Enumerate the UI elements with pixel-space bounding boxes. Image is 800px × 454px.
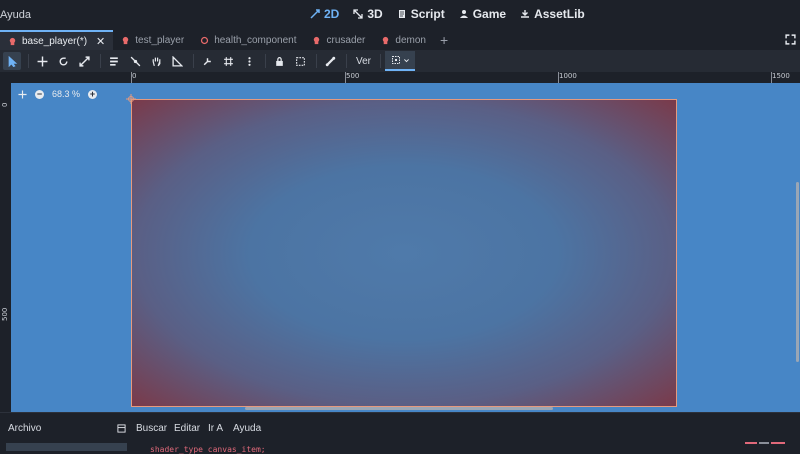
menu-goto[interactable]: Ir A	[208, 423, 223, 434]
scene-icon	[314, 36, 320, 44]
menu-help-bottom[interactable]: Ayuda	[233, 423, 261, 434]
workspace-3d[interactable]: 3D	[353, 7, 383, 21]
pivot-tool-button[interactable]	[126, 52, 144, 70]
scene-icon	[123, 36, 129, 44]
toolbar-divider	[193, 54, 194, 68]
zoom-controls: − 68.3 % +	[18, 89, 98, 99]
workspace-script[interactable]: Script	[397, 7, 445, 21]
menu-search[interactable]: Buscar	[136, 423, 167, 434]
selection-mode-dropdown[interactable]	[385, 51, 416, 71]
zoom-out-button[interactable]: −	[35, 89, 44, 99]
kebab-icon	[247, 56, 251, 66]
toolbar-divider	[265, 54, 266, 68]
vertical-scrollbar[interactable]	[796, 182, 799, 362]
code-minimap	[745, 442, 785, 444]
ruler-label: 500	[1, 307, 9, 321]
menu-file[interactable]: Archivo	[8, 423, 41, 434]
fullscreen-icon[interactable]	[785, 34, 796, 45]
assetlib-icon	[521, 10, 530, 18]
smart-snap-button[interactable]	[198, 52, 216, 70]
menu-help[interactable]: Ayuda	[0, 9, 31, 21]
close-icon[interactable]: ✕	[96, 35, 105, 48]
ruler-label: 0	[132, 72, 137, 80]
snap-options-button[interactable]	[240, 52, 258, 70]
ruler-label: 0	[1, 102, 9, 107]
toolbar-divider	[380, 54, 382, 68]
bone-icon	[325, 56, 335, 66]
add-tab-icon[interactable]: +	[434, 30, 454, 50]
tab-health-component[interactable]: health_component	[192, 30, 304, 50]
group-icon	[295, 56, 305, 66]
scene-icon	[383, 36, 389, 44]
view-menu[interactable]: Ver	[351, 56, 376, 67]
pivot-icon	[130, 56, 140, 66]
toolbar-divider	[28, 54, 29, 68]
move-tool-button[interactable]	[33, 52, 51, 70]
tab-base-player[interactable]: base_player(*) ✕	[0, 30, 114, 50]
horizontal-ruler: 0 500 1000 1500	[0, 72, 800, 83]
scene-tabs: base_player(*) ✕ test_player health_comp…	[0, 30, 800, 50]
pan-tool-button[interactable]	[147, 52, 165, 70]
game-icon	[459, 10, 468, 18]
origin-crosshair-icon	[126, 94, 136, 104]
scale-icon	[78, 55, 90, 67]
hand-icon	[152, 57, 160, 66]
grid-snap-button[interactable]	[219, 52, 237, 70]
panel-toggle-icon[interactable]	[117, 424, 126, 433]
tab-crusader[interactable]: crusader	[304, 30, 373, 50]
node-icon	[201, 36, 209, 44]
workspace-2d[interactable]: 2D	[310, 7, 339, 21]
vertical-ruler: 0 500	[0, 83, 11, 412]
ruler-icon	[171, 55, 183, 67]
toolbar-divider	[100, 54, 101, 68]
ruler-tool-button[interactable]	[168, 52, 186, 70]
scale-tool-button[interactable]	[75, 52, 93, 70]
scene-canvas-rect	[131, 99, 677, 407]
cursor-icon	[8, 55, 17, 67]
smart-snap-icon	[203, 57, 211, 65]
lock-icon	[275, 56, 283, 66]
selection-box-icon	[391, 56, 400, 64]
group-button[interactable]	[291, 52, 309, 70]
toolbar-divider	[316, 54, 317, 68]
bone-button[interactable]	[321, 52, 339, 70]
rotate-tool-button[interactable]	[54, 52, 72, 70]
canvas-toolbar: Ver	[0, 50, 800, 72]
scene-icon	[9, 37, 16, 45]
canvas-viewport[interactable]: 0 500 1000 1500 0 500 − 68.3 % +	[0, 72, 800, 412]
menu-edit[interactable]: Editar	[174, 423, 200, 434]
horizontal-scrollbar[interactable]	[245, 407, 553, 410]
list-icon	[109, 56, 118, 66]
center-view-icon[interactable]	[18, 89, 27, 99]
zoom-in-button[interactable]: +	[88, 89, 98, 99]
select-tool-button[interactable]	[3, 52, 21, 70]
workspace-game[interactable]: Game	[459, 7, 506, 21]
script-editor-panel: Archivo Buscar Editar Ir A Ayuda shader_…	[0, 412, 800, 454]
ruler-label: 1500	[772, 72, 790, 80]
workspace-switcher: 2D 3D Script Game AssetLib	[310, 7, 585, 21]
2d-icon	[310, 9, 320, 19]
lock-button[interactable]	[270, 52, 288, 70]
script-icon	[398, 10, 405, 18]
3d-icon	[353, 9, 363, 19]
grid-icon	[223, 56, 233, 66]
move-icon	[37, 56, 47, 66]
top-menu-bar: Ayuda 2D 3D Script Game AssetLib	[0, 0, 800, 30]
ruler-label: 500	[346, 72, 360, 80]
chevron-down-icon	[403, 58, 409, 62]
ruler-label: 1000	[559, 72, 577, 80]
tab-demon[interactable]: demon	[373, 30, 434, 50]
zoom-level[interactable]: 68.3 %	[52, 89, 80, 99]
workspace-assetlib[interactable]: AssetLib	[520, 7, 585, 21]
rotate-icon	[59, 56, 68, 65]
tab-test-player[interactable]: test_player	[113, 30, 192, 50]
list-select-button[interactable]	[105, 52, 123, 70]
toolbar-divider	[346, 54, 347, 68]
